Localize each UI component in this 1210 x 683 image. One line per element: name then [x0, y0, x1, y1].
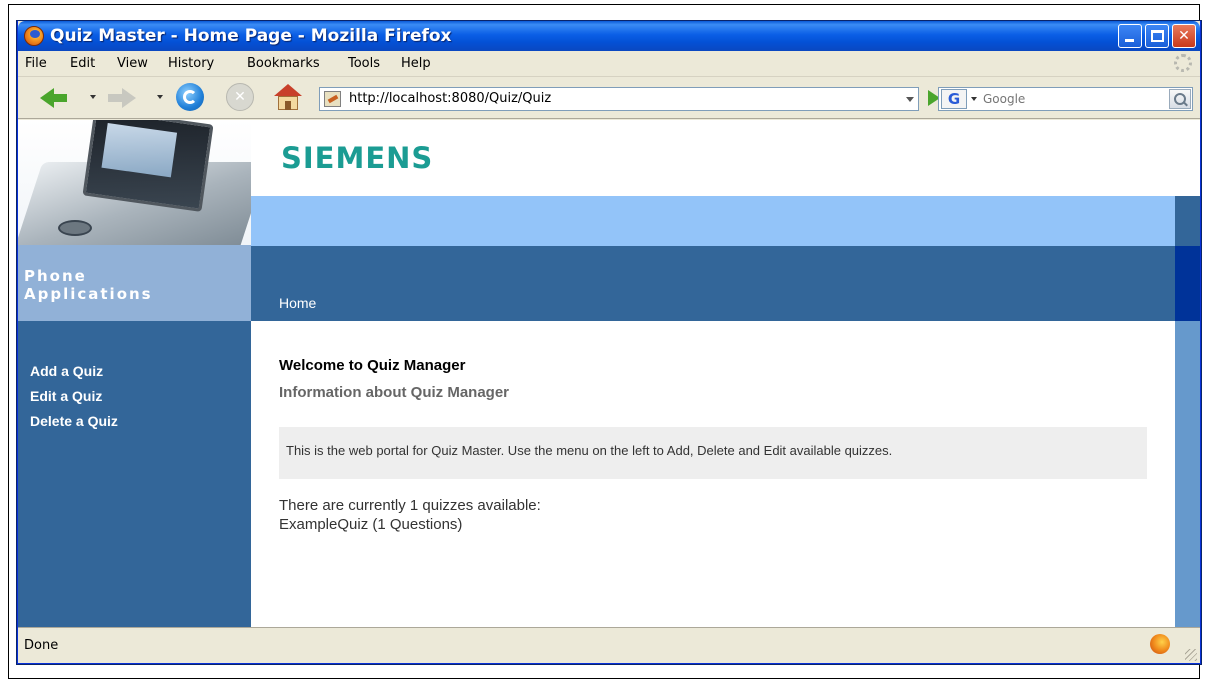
search-icon[interactable] — [1169, 89, 1191, 109]
page-subtitle: Information about Quiz Manager — [279, 384, 510, 401]
forward-dropdown-icon[interactable] — [157, 95, 163, 99]
home-icon-door — [285, 101, 291, 110]
quiz-count: There are currently 1 quizzes available: — [279, 497, 541, 514]
sidebar-item-add-quiz[interactable]: Add a Quiz — [30, 359, 118, 384]
firefox-status-icon — [1150, 634, 1170, 654]
back-icon — [40, 88, 67, 108]
page-title: Welcome to Quiz Manager — [279, 357, 466, 374]
address-dropdown-icon[interactable] — [906, 97, 914, 102]
breadcrumb-home[interactable]: Home — [279, 295, 316, 311]
quiz-list-item: ExampleQuiz (1 Questions) — [279, 516, 463, 533]
stop-icon: ✕ — [234, 89, 246, 105]
brand-label-line1: Phone — [24, 267, 87, 285]
main-area: SIEMENS Home Welcome to Quiz Manager Inf… — [251, 120, 1200, 627]
menu-help[interactable]: Help — [401, 56, 431, 71]
close-button[interactable]: ✕ — [1172, 24, 1196, 48]
header-band-dark: Home — [251, 246, 1200, 321]
brand-label-line2: Applications — [24, 285, 153, 303]
forward-icon — [108, 88, 136, 108]
window-title: Quiz Master - Home Page - Mozilla Firefo… — [50, 26, 452, 46]
maximize-icon — [1151, 30, 1164, 42]
home-button[interactable] — [273, 83, 303, 111]
close-icon: ✕ — [1178, 28, 1190, 44]
sidebar-item-edit-quiz[interactable]: Edit a Quiz — [30, 384, 118, 409]
stop-button[interactable]: ✕ — [226, 83, 254, 111]
page-content: Phone Applications Add a Quiz Edit a Qui… — [18, 120, 1200, 627]
header-band-light — [251, 196, 1200, 246]
reload-icon — [183, 90, 197, 104]
menu-file[interactable]: File — [25, 56, 47, 71]
minimize-icon — [1125, 39, 1134, 42]
reload-button[interactable] — [176, 83, 204, 111]
menu-edit[interactable]: Edit — [70, 56, 95, 71]
menu-view[interactable]: View — [117, 56, 148, 71]
right-stripe-middle — [1175, 246, 1200, 321]
menu-bar: File Edit View History Bookmarks Tools H… — [18, 51, 1200, 77]
sidebar-item-delete-quiz[interactable]: Delete a Quiz — [30, 409, 118, 434]
home-icon — [274, 84, 302, 96]
maximize-button[interactable] — [1145, 24, 1169, 48]
info-text: This is the web portal for Quiz Master. … — [286, 443, 893, 458]
address-bar[interactable]: http://localhost:8080/Quiz/Quiz — [319, 87, 919, 111]
back-button[interactable] — [40, 83, 70, 113]
page-favicon — [324, 91, 341, 107]
menu-history[interactable]: History — [168, 56, 214, 71]
throbber-icon — [1174, 54, 1192, 72]
search-engine-icon[interactable]: G — [941, 89, 967, 109]
address-url[interactable]: http://localhost:8080/Quiz/Quiz — [349, 91, 551, 106]
sidebar: Phone Applications Add a Quiz Edit a Qui… — [18, 120, 251, 627]
minimize-button[interactable] — [1118, 24, 1142, 48]
sidebar-nav: Add a Quiz Edit a Quiz Delete a Quiz — [30, 359, 118, 434]
search-input[interactable] — [983, 90, 1143, 108]
right-stripe-top — [1175, 196, 1200, 246]
right-stripe-bottom — [1175, 321, 1200, 627]
phone-image — [18, 120, 251, 245]
firefox-icon — [24, 26, 44, 46]
brand-label: Phone Applications — [18, 245, 251, 321]
back-dropdown-icon[interactable] — [90, 95, 96, 99]
title-bar[interactable]: Quiz Master - Home Page - Mozilla Firefo… — [18, 21, 1200, 51]
forward-button[interactable] — [108, 83, 138, 113]
browser-window: Quiz Master - Home Page - Mozilla Firefo… — [17, 21, 1201, 664]
resize-grip-icon[interactable] — [1185, 649, 1197, 661]
navigation-toolbar: ✕ http://localhost:8080/Quiz/Quiz G — [18, 77, 1200, 119]
menu-bookmarks[interactable]: Bookmarks — [247, 56, 320, 71]
status-bar: Done — [18, 627, 1200, 663]
search-box[interactable]: G — [938, 87, 1193, 111]
search-engine-dropdown-icon[interactable] — [971, 97, 977, 101]
phone-navigator — [58, 220, 92, 236]
menu-tools[interactable]: Tools — [348, 56, 380, 71]
info-box: This is the web portal for Quiz Master. … — [279, 427, 1147, 479]
status-text: Done — [24, 638, 59, 653]
siemens-logo: SIEMENS — [281, 141, 434, 175]
